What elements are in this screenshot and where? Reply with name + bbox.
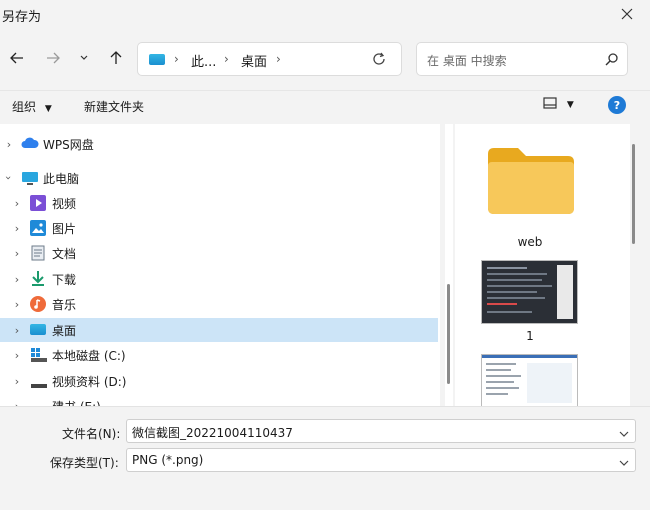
chevron-right-icon[interactable]: › [12, 247, 22, 260]
tree-item-label: 视频 [52, 196, 77, 211]
cloud-icon [21, 136, 39, 152]
search-input[interactable]: 在 桌面 中搜索 [416, 42, 628, 76]
video-icon [30, 195, 46, 211]
chevron-right-icon[interactable]: › [12, 197, 22, 210]
tree-item-label: 文档 [52, 246, 77, 261]
recent-locations-button[interactable] [77, 44, 91, 72]
breadcrumb-separator-icon: › [224, 52, 229, 66]
tree-item-pictures[interactable]: › 图片 [0, 216, 438, 240]
chevron-down-icon[interactable] [619, 455, 629, 469]
arrow-up-icon [110, 51, 122, 64]
tree-item-desktop[interactable]: › 桌面 [0, 318, 438, 342]
tree-item-label: 本地磁盘 (C:) [52, 348, 126, 363]
window-title: 另存为 [2, 10, 42, 25]
chevron-down-icon[interactable]: › [3, 173, 16, 183]
new-folder-button[interactable]: 新建文件夹 [84, 98, 144, 115]
file-list: web 1 [455, 124, 637, 406]
tree-item-label: 下载 [52, 272, 77, 287]
filename-value: 微信截图_20221004110437 [132, 426, 293, 440]
tree-item-label: 音乐 [52, 297, 77, 312]
search-placeholder: 在 桌面 中搜索 [427, 54, 507, 68]
breadcrumb-item[interactable]: 桌面 [241, 51, 267, 70]
tree-item-this-pc[interactable]: › 此电脑 [0, 166, 438, 190]
tree-item-drive-d[interactable]: › 视频资料 (D:) [0, 369, 438, 393]
download-icon [30, 270, 46, 286]
up-button[interactable] [106, 44, 126, 72]
chevron-right-icon[interactable]: › [12, 349, 22, 362]
filetype-value: PNG (*.png) [132, 453, 204, 467]
back-button[interactable] [6, 44, 28, 72]
view-options-button[interactable]: ▼ [543, 97, 574, 112]
filename-input[interactable]: 微信截图_20221004110437 [126, 419, 636, 443]
organize-button[interactable]: 组织 ▼ [12, 98, 52, 115]
tree-item-label: 此电脑 [43, 171, 80, 186]
computer-icon [21, 171, 38, 187]
file-name: 1 [526, 329, 534, 343]
navigation-pane: › WPS网盘 › 此电脑 › 视频 › 图片 › 文档 › 下载 › 音乐 ›… [0, 124, 440, 406]
tree-item-drive-e[interactable]: › 建书 (E:) [0, 394, 438, 407]
chevron-right-icon[interactable]: › [12, 273, 22, 286]
scrollbar-thumb[interactable] [447, 284, 450, 384]
tree-item-label: 建书 (E:) [52, 398, 101, 407]
breadcrumb-separator-icon: › [276, 52, 281, 66]
image-thumbnail [481, 260, 578, 324]
file-list-scrollbar[interactable] [630, 124, 638, 406]
tree-item-label: WPS网盘 [43, 137, 94, 152]
search-icon [605, 52, 619, 69]
tree-item-label: 图片 [52, 221, 77, 236]
computer-icon [149, 54, 165, 65]
caret-down-icon: ▼ [566, 100, 574, 110]
tree-item-documents[interactable]: › 文档 [0, 241, 438, 265]
picture-icon [30, 220, 46, 236]
title-bar: 另存为 [0, 0, 650, 30]
arrow-right-icon [47, 52, 60, 64]
tree-item-wps[interactable]: › WPS网盘 [0, 132, 438, 156]
drive-icon [30, 378, 47, 394]
chevron-right-icon[interactable]: › [4, 138, 14, 151]
filetype-select[interactable]: PNG (*.png) [126, 448, 636, 472]
chevron-right-icon[interactable]: › [12, 324, 22, 337]
tree-item-drive-c[interactable]: › 本地磁盘 (C:) [0, 343, 438, 367]
organize-label: 组织 [12, 100, 37, 114]
tree-item-videos[interactable]: › 视频 [0, 191, 438, 215]
arrow-left-icon [10, 52, 23, 64]
caret-down-icon: ▼ [44, 104, 52, 114]
chevron-right-icon[interactable]: › [12, 298, 22, 311]
tree-item-music[interactable]: › 音乐 [0, 292, 438, 316]
forward-button[interactable] [42, 44, 64, 72]
chevron-down-icon [80, 55, 88, 60]
filename-label: 文件名(N): [62, 427, 121, 441]
breadcrumb-item[interactable]: 此... [191, 51, 216, 70]
view-icon [543, 97, 557, 109]
file-name: web [517, 235, 543, 249]
tree-item-label: 视频资料 (D:) [52, 374, 127, 389]
breadcrumb-separator-icon: › [174, 52, 179, 66]
address-bar[interactable]: › 此... › 桌面 › [137, 42, 481, 76]
tree-item-label: 桌面 [52, 323, 77, 338]
tree-item-downloads[interactable]: › 下载 [0, 267, 438, 291]
chevron-down-icon[interactable] [619, 426, 629, 440]
filetype-label: 保存类型(T): [50, 456, 119, 470]
refresh-button[interactable] [372, 52, 386, 69]
chevron-right-icon[interactable]: › [12, 375, 22, 388]
help-button[interactable]: ? [608, 96, 626, 114]
drive-icon [30, 347, 47, 363]
music-icon [30, 296, 46, 312]
image-thumbnail [481, 354, 578, 406]
desktop-icon [30, 324, 46, 335]
document-icon [31, 245, 47, 261]
close-icon [621, 8, 633, 20]
refresh-icon [373, 52, 385, 65]
close-button[interactable] [604, 0, 650, 28]
chevron-right-icon[interactable]: › [12, 222, 22, 235]
navigation-scrollbar[interactable] [445, 124, 453, 406]
folder-icon [488, 148, 574, 214]
scrollbar-thumb[interactable] [632, 144, 635, 244]
